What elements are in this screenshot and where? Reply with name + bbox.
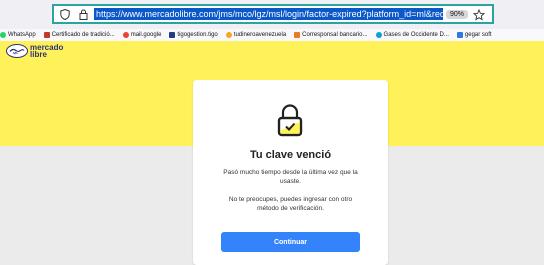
continue-button[interactable]: Continuar xyxy=(221,232,360,252)
bookmarks-bar: WhatsApp Certificado de tradició... mail.g… xyxy=(0,29,544,41)
bookmark-label: Gases de Occidente D... xyxy=(383,32,449,38)
logo-line-2: libre xyxy=(30,50,47,59)
bank-icon xyxy=(294,32,301,38)
bookmark-label: gegar soft xyxy=(464,32,492,38)
card-description-expired: Pasó mucho tiempo desde la última vez qu… xyxy=(223,169,358,185)
bookmark-label: mail.google xyxy=(130,32,162,38)
bookmark-label: Corresponsal bancario... xyxy=(302,32,368,38)
handshake-logo-icon xyxy=(6,44,28,58)
bookmark-item[interactable]: tigogestion.tigo xyxy=(169,32,218,38)
padlock-icon xyxy=(277,104,303,137)
bookmark-label: tudineroavenezuela xyxy=(233,32,287,38)
bookmark-item[interactable]: gegar soft xyxy=(456,32,492,38)
bookmark-item[interactable]: WhatsApp xyxy=(0,32,36,38)
address-bar[interactable]: https://www.mercadolibre.com/jms/mco/lgz… xyxy=(52,4,494,24)
url-text[interactable]: https://www.mercadolibre.com/jms/mco/lgz… xyxy=(94,8,443,20)
whatsapp-icon xyxy=(0,32,6,38)
bookmark-label: tigogestion.tigo xyxy=(177,32,218,38)
gmail-icon xyxy=(122,32,129,38)
tigo-icon xyxy=(169,32,176,38)
gas-icon xyxy=(375,32,382,38)
card-title: Tu clave venció xyxy=(249,149,332,161)
logo-wordmark: mercado libre xyxy=(30,44,63,59)
card-description-alternative: No te preocupes, puedes ingresar con otr… xyxy=(228,196,353,212)
bookmark-star-icon[interactable] xyxy=(472,8,486,21)
browser-toolbar: https://www.mercadolibre.com/jms/mco/lgz… xyxy=(0,0,544,29)
bookmark-item[interactable]: Certificado de tradició... xyxy=(43,32,115,38)
bookmark-item[interactable]: tudineroavenezuela xyxy=(225,32,287,38)
lock-icon[interactable] xyxy=(76,7,90,21)
certificate-icon xyxy=(43,32,50,38)
shield-icon[interactable] xyxy=(58,7,72,21)
bookmark-item[interactable]: Gases de Occidente D... xyxy=(375,32,449,38)
mercadolibre-logo[interactable]: mercado libre xyxy=(6,44,63,59)
bookmark-item[interactable]: mail.google xyxy=(122,32,162,38)
expired-password-card: Tu clave venció Pasó mucho tiempo desde … xyxy=(193,80,388,265)
bookmark-item[interactable]: Corresponsal bancario... xyxy=(294,32,368,38)
coin-icon xyxy=(225,32,232,38)
globe-icon xyxy=(456,32,463,38)
bookmark-label: Certificado de tradició... xyxy=(51,32,115,38)
zoom-level-badge[interactable]: 90% xyxy=(446,9,469,19)
bookmark-label: WhatsApp xyxy=(8,32,36,38)
